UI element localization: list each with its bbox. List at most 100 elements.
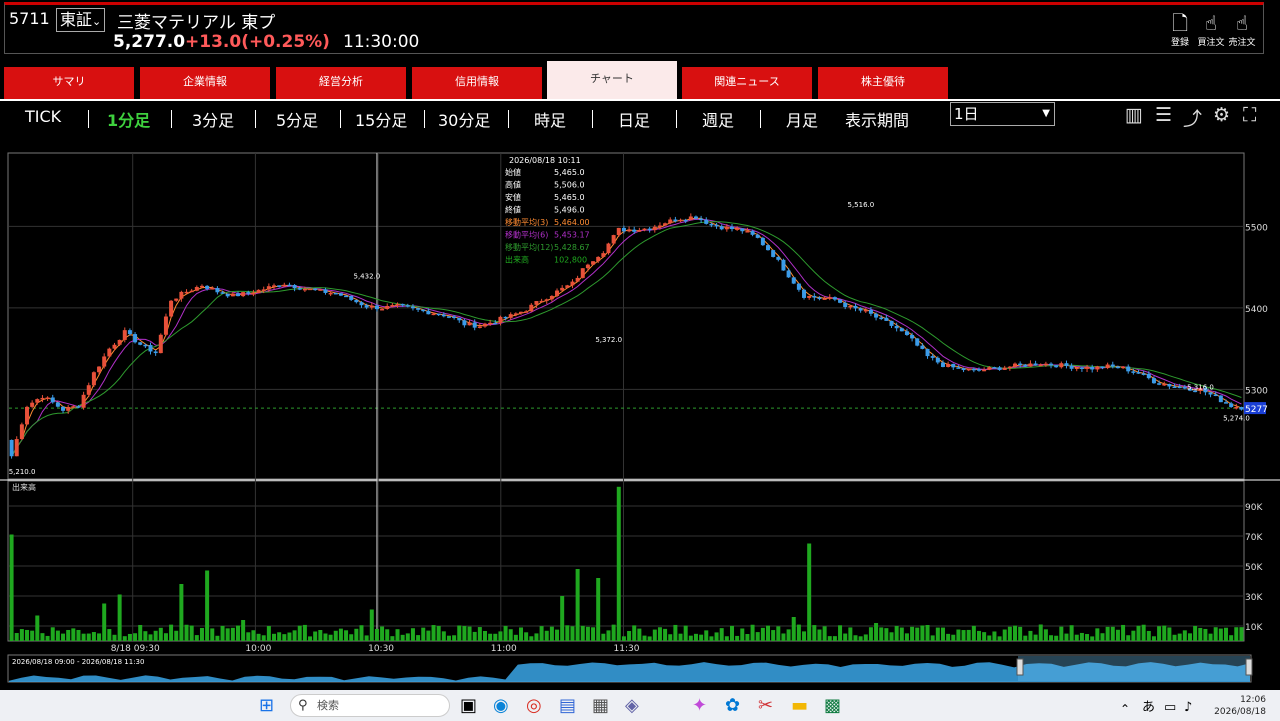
tab-analysis[interactable]: 経営分析: [276, 67, 406, 99]
candle-body: [735, 228, 740, 230]
candle-body: [544, 299, 549, 301]
candle-body: [493, 322, 498, 325]
volume-bar: [832, 636, 837, 641]
price-annotation: 5,316.0: [1187, 383, 1214, 391]
taskbar-search[interactable]: ⚲ 検索: [290, 694, 450, 717]
candle-body: [709, 223, 714, 226]
candle-body: [766, 245, 771, 251]
volume-bar: [1100, 633, 1105, 641]
task-view-icon[interactable]: ▣: [460, 696, 477, 716]
notepad-icon[interactable]: ▤: [559, 696, 576, 716]
chrome-icon[interactable]: ◎: [526, 696, 542, 716]
list-icon[interactable]: ☰: [1155, 104, 1172, 126]
range-select[interactable]: 1日 ▼: [950, 102, 1055, 126]
candle-body: [1028, 363, 1033, 367]
period-hour[interactable]: 時足: [534, 107, 566, 131]
volume-bar: [313, 631, 318, 641]
period-5min[interactable]: 5分足: [276, 107, 318, 131]
tooltip-value: 5,496.0: [554, 206, 585, 215]
candle-body: [1162, 383, 1167, 386]
candle-body: [1157, 383, 1162, 385]
volume-bar: [663, 628, 668, 641]
chevron-up-icon[interactable]: ⌃: [1120, 699, 1130, 719]
taskbar-clock[interactable]: 12:06 2026/08/18: [1214, 694, 1266, 718]
candle-body: [899, 328, 904, 332]
register-button[interactable]: 🗋 登録: [1163, 11, 1197, 48]
volume-icon[interactable]: ♪: [1184, 698, 1192, 718]
windows-start-icon[interactable]: ⊞: [259, 696, 274, 716]
os-taskbar: ⊞ ⚲ 検索 ▣ ◉ ◎ ▤ ▦ ◈ ✦ ✿ ✂ ▬ ▩ ⌃ あ ▭ ♪ 12:…: [0, 690, 1280, 721]
period-30min[interactable]: 30分足: [438, 107, 490, 131]
candle-body: [308, 288, 313, 291]
snipping-tool-icon[interactable]: ✂: [758, 696, 773, 716]
volume-bar: [940, 627, 945, 641]
volume-bar: [760, 627, 765, 641]
candle-body: [822, 298, 827, 300]
period-1min[interactable]: 1分足: [107, 107, 150, 131]
excel-icon[interactable]: ▩: [824, 696, 841, 716]
volume-bar: [163, 633, 168, 641]
candle-body: [102, 356, 107, 367]
folder-icon[interactable]: ▬: [791, 696, 808, 716]
period-day[interactable]: 日足: [618, 107, 650, 131]
volume-bar: [189, 625, 194, 641]
candle-body: [416, 308, 421, 310]
candle-body: [1095, 366, 1100, 370]
volume-bar: [25, 629, 30, 641]
navigator-handle-right: [1245, 658, 1253, 676]
volume-bar: [107, 629, 112, 641]
period-month[interactable]: 月足: [786, 107, 818, 131]
period-divider: [760, 110, 761, 128]
teams-icon[interactable]: ◈: [625, 696, 639, 716]
network-icon[interactable]: ▭: [1164, 698, 1176, 718]
volume-bar: [426, 630, 431, 641]
tab-company[interactable]: 企業情報: [140, 67, 270, 99]
candle-body: [910, 334, 915, 339]
candle-body: [904, 331, 909, 335]
x-tick-label: 10:00: [245, 644, 271, 654]
volume-bar: [513, 634, 518, 641]
ime-indicator[interactable]: あ: [1142, 698, 1155, 718]
volume-bar: [1079, 632, 1084, 641]
calculator-icon[interactable]: ▦: [592, 696, 609, 716]
period-tick[interactable]: TICK: [25, 107, 61, 126]
candle-body: [714, 224, 719, 227]
volume-bar: [1095, 628, 1100, 641]
candle-body: [585, 264, 590, 269]
trend-icon[interactable]: ⤴: [1183, 104, 1202, 131]
tab-summary[interactable]: サマリ: [4, 67, 134, 99]
buy-order-button[interactable]: ☝ 買注文: [1194, 11, 1228, 48]
volume-bar: [1223, 627, 1228, 641]
search-icon: ⚲: [298, 698, 308, 713]
period-15min[interactable]: 15分足: [355, 107, 407, 131]
tab-credit[interactable]: 信用情報: [412, 67, 542, 99]
period-3min[interactable]: 3分足: [192, 107, 234, 131]
settings-app-icon[interactable]: ✿: [725, 696, 740, 716]
candle-body: [169, 300, 174, 317]
candle-body: [889, 320, 894, 326]
bar-chart-icon[interactable]: ▥: [1125, 104, 1143, 126]
volume-bar: [838, 625, 843, 641]
candle-body: [184, 291, 189, 294]
gear-icon[interactable]: ⚙: [1213, 104, 1230, 126]
volume-bar: [673, 624, 678, 641]
tooltip-value: 5,506.0: [554, 181, 585, 190]
period-week[interactable]: 週足: [702, 107, 734, 131]
tab-benefits[interactable]: 株主優待: [818, 67, 948, 99]
price-chart[interactable]: 5300 5400 5500 8/18 09:30 10:00 10:30 11:00 11:…: [0, 150, 1280, 685]
candle-body: [843, 302, 848, 307]
tab-news[interactable]: 関連ニュース: [682, 67, 812, 99]
chart-labels: 5300 5400 5500 8/18 09:30 10:00 10:30 11:00 11:…: [9, 156, 1268, 666]
sell-order-button[interactable]: ☝ 売注文: [1225, 11, 1259, 48]
exchange-select[interactable]: 東証⌄: [56, 8, 106, 32]
copilot-icon[interactable]: ✦: [692, 696, 707, 716]
edge-icon[interactable]: ◉: [493, 696, 509, 716]
candle-body: [338, 293, 343, 296]
candle-body: [272, 285, 277, 287]
tab-chart[interactable]: チャート: [547, 61, 677, 99]
candle-body: [1023, 364, 1028, 367]
tooltip-key: 移動平均(12): [505, 242, 553, 252]
candle-body: [354, 299, 359, 303]
fullscreen-icon[interactable]: ⛶: [1243, 104, 1256, 126]
volume-bar: [976, 630, 981, 641]
